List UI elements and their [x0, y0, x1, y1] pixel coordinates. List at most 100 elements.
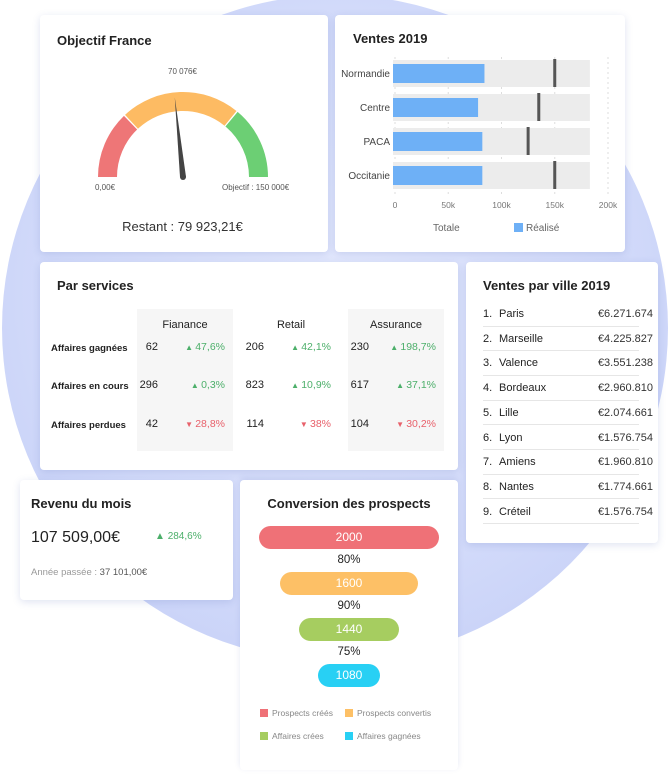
- change-value: 28,8%: [195, 418, 225, 430]
- list-item[interactable]: 1. Paris €6.271.674: [483, 302, 653, 327]
- column-header: Assurance: [370, 319, 422, 331]
- change-up: ▲ 198,7%: [384, 341, 436, 353]
- funnel-stage[interactable]: 2000: [259, 526, 439, 549]
- list-item[interactable]: 7. Amiens €1.960.810: [483, 450, 653, 475]
- city-sales: €1.576.754: [597, 505, 653, 518]
- legend-realise[interactable]: Réalisé: [514, 223, 559, 234]
- realise-bar[interactable]: [393, 64, 485, 83]
- value: 104: [350, 418, 369, 430]
- x-tick-label: 0: [393, 200, 398, 210]
- city-sales: €4.225.827: [597, 332, 653, 345]
- city-sales: €3.551.238: [597, 357, 653, 370]
- rank: 3.: [483, 357, 493, 370]
- legend-label: Prospects convertis: [357, 708, 432, 718]
- change-value: 10,9%: [301, 379, 331, 391]
- funnel-stage[interactable]: 1440: [299, 618, 399, 641]
- previous-label: Année passée :: [31, 567, 100, 578]
- legend-item[interactable]: Prospects convertis: [345, 708, 431, 718]
- list-item[interactable]: 2. Marseille €4.225.827: [483, 327, 653, 352]
- list-item[interactable]: 3. Valence €3.551.238: [483, 351, 653, 376]
- legend-totale[interactable]: Totale: [433, 223, 460, 234]
- target-marker: [526, 127, 530, 155]
- city-sales: €1.960.810: [597, 456, 653, 469]
- conversion-rate: 80%: [337, 554, 361, 566]
- row-label: Affaires perdues: [51, 420, 126, 431]
- change-up: ▲ 10,9%: [279, 379, 331, 391]
- conversion-rate: 90%: [337, 600, 361, 612]
- arrow-up-icon: ▲: [190, 381, 202, 390]
- villes-card: Ventes par ville 2019 1. Paris €6.271.674 2…: [466, 262, 658, 543]
- x-tick-label: 50k: [441, 200, 455, 210]
- conversion-card: Conversion des prospects 2000 80% 1600 90% 1…: [240, 480, 458, 770]
- card-title: Par services: [57, 278, 134, 293]
- category-label: Centre: [360, 103, 390, 114]
- bullet-chart: 0 50k 100k 150k 200k Normandie Centre PACA Occit…: [341, 57, 618, 210]
- gauge-segment: [225, 111, 268, 177]
- funnel-stage[interactable]: 1600: [280, 572, 418, 595]
- city-name: Lyon: [499, 431, 523, 444]
- target-marker: [537, 93, 541, 121]
- legend-swatch: [514, 223, 523, 232]
- city-name: Lille: [499, 406, 519, 419]
- revenue-change: ▲ 284,6%: [155, 531, 202, 542]
- legend-label: Prospects créés: [272, 708, 333, 718]
- list-item[interactable]: 9. Créteil €1.576.754: [483, 500, 653, 525]
- rank: 1.: [483, 308, 493, 320]
- x-tick-label: 200k: [599, 200, 618, 210]
- realise-bar[interactable]: [393, 98, 479, 117]
- legend-item[interactable]: Affaires crées: [260, 731, 324, 741]
- city-sales: €2.960.810: [597, 382, 653, 395]
- remaining-amount: Restant : 79 923,21€: [122, 219, 243, 234]
- objectif-card: Objectif France 70 076€ 0,00€ Objectif :…: [40, 15, 328, 252]
- card-title: Ventes par ville 2019: [483, 278, 611, 293]
- arrow-down-icon: ▼: [185, 420, 196, 429]
- value: 114: [246, 418, 264, 430]
- legend-label: Réalisé: [526, 223, 560, 234]
- change-up: ▲ 0,3%: [173, 379, 225, 391]
- value: 206: [245, 341, 264, 353]
- list-item[interactable]: 6. Lyon €1.576.754: [483, 426, 653, 450]
- x-tick-label: 100k: [492, 200, 511, 210]
- services-card: Par services Fianance Retail Assurance Affa…: [40, 262, 458, 470]
- funnel-stage[interactable]: 1080: [318, 664, 380, 687]
- city-name: Valence: [499, 357, 538, 370]
- arrow-down-icon: ▼: [299, 420, 310, 429]
- value: 823: [245, 379, 264, 391]
- rank: 8.: [483, 480, 493, 493]
- city-sales: €1.576.754: [597, 431, 653, 444]
- category-label: Normandie: [341, 69, 390, 80]
- legend-item[interactable]: Prospects créés: [260, 708, 333, 718]
- list-item[interactable]: 8. Nantes €1.774.661: [483, 475, 653, 500]
- change-value: 42,1%: [301, 341, 331, 353]
- card-title: Conversion des prospects: [267, 496, 431, 511]
- realise-bar[interactable]: [393, 132, 483, 151]
- arrow-up-icon: ▲: [396, 381, 407, 390]
- change-down: ▼ 28,8%: [173, 418, 225, 430]
- change-value: 38%: [309, 418, 331, 430]
- column-header: Fianance: [162, 319, 208, 331]
- change-value: 30,2%: [406, 418, 436, 430]
- revenu-card: Revenu du mois 107 509,00€ ▲ 284,6% Anné…: [20, 480, 233, 600]
- change-value: 198,7%: [400, 341, 436, 353]
- previous-value: 37 101,00€: [99, 567, 148, 578]
- rank: 6.: [483, 431, 493, 444]
- list-item[interactable]: 4. Bordeaux €2.960.810: [483, 376, 653, 401]
- list-item[interactable]: 5. Lille €2.074.661: [483, 401, 653, 426]
- previous-year: Année passée : 37 101,00€: [31, 567, 147, 578]
- rank: 4.: [483, 382, 493, 395]
- legend-swatch: [260, 732, 268, 740]
- gauge-needle-hub: [180, 174, 186, 180]
- legend-item[interactable]: Affaires gagnées: [345, 731, 421, 741]
- rank: 5.: [483, 406, 493, 419]
- legend-swatch: [345, 709, 353, 717]
- change-value: 47,6%: [195, 341, 225, 353]
- change-up: ▲ 42,1%: [279, 341, 331, 353]
- arrow-up-icon: ▲: [291, 381, 302, 390]
- x-tick-label: 150k: [546, 200, 565, 210]
- arrow-up-icon: ▲: [155, 531, 165, 542]
- value: 230: [350, 341, 369, 353]
- arrow-up-icon: ▲: [390, 343, 401, 352]
- gauge-segment: [98, 115, 138, 177]
- change-value: 37,1%: [406, 379, 436, 391]
- realise-bar[interactable]: [393, 166, 483, 185]
